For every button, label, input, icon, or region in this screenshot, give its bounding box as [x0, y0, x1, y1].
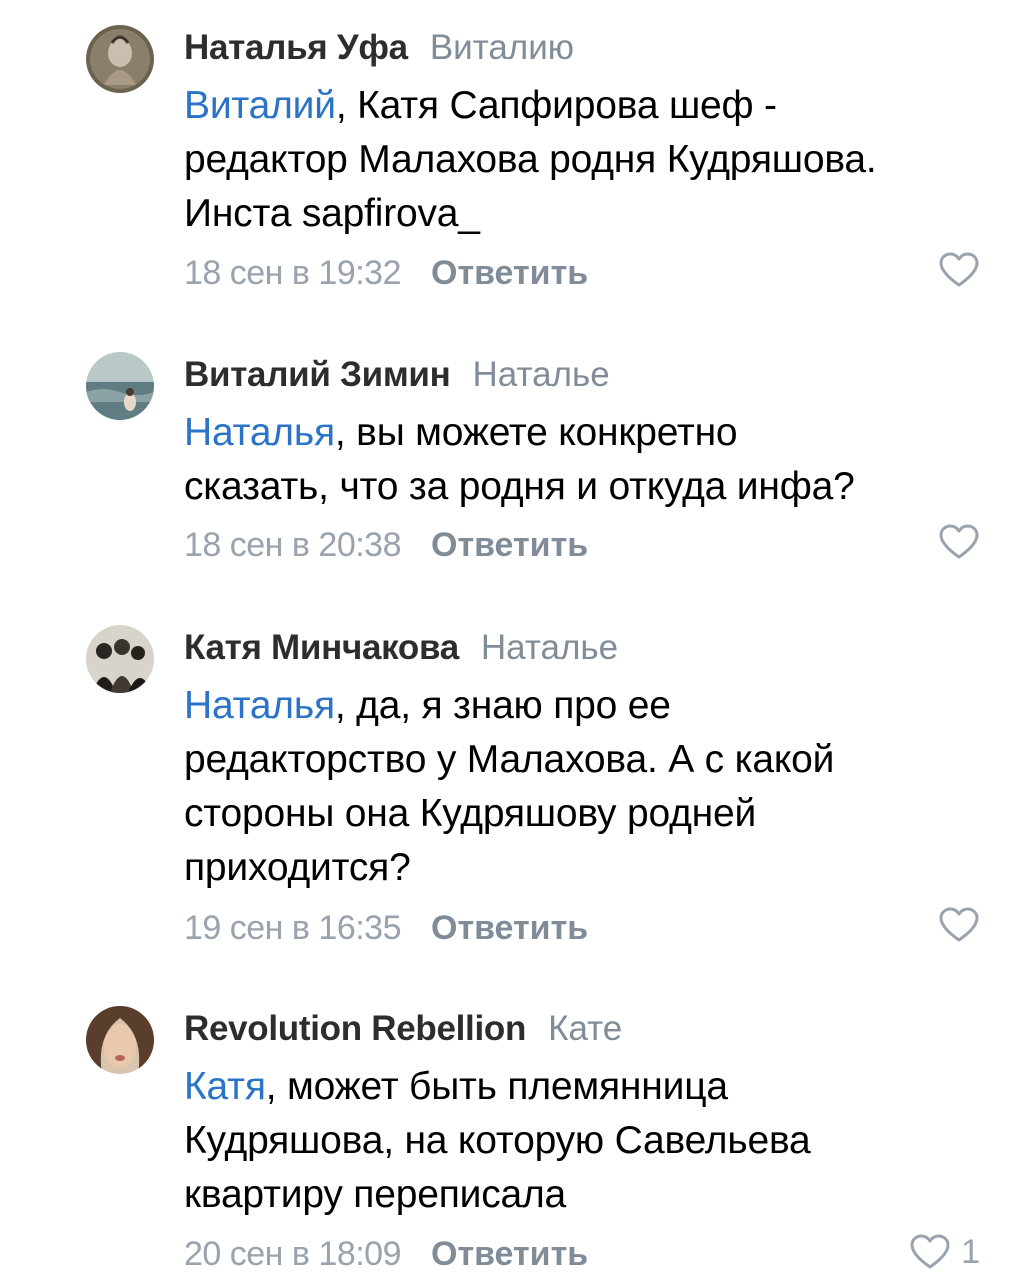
reply-button[interactable]: Ответить [431, 1235, 588, 1273]
comment-date: 19 сен в 16:35 [184, 909, 402, 947]
text-line: редактор Малахова родня Кудряшова. [184, 138, 877, 181]
comment-meta: 18 сен в 19:32 Ответить [184, 253, 588, 293]
comment-date: 18 сен в 20:38 [184, 526, 402, 564]
like-button[interactable] [938, 251, 980, 289]
heart-icon [939, 907, 979, 942]
comment-meta: 20 сен в 18:09 Ответить [184, 1234, 588, 1274]
text-line: , да, я знаю про ее [334, 684, 671, 727]
comment-text: Наталья, да, я знаю про ее редакторство … [184, 679, 984, 895]
author-name[interactable]: Наталья Уфа [184, 28, 408, 67]
reply-to-name[interactable]: Наталье [481, 628, 618, 667]
heart-icon [939, 524, 979, 559]
text-line: Инста sapfirova_ [184, 192, 480, 235]
like-button[interactable] [938, 906, 980, 944]
comment-meta: 19 сен в 16:35 Ответить [184, 908, 588, 948]
avatar[interactable] [86, 25, 154, 93]
comment-text: Катя, может быть племянница Кудряшова, н… [184, 1060, 984, 1222]
mention-link[interactable]: Наталья [184, 411, 335, 454]
reply-button[interactable]: Ответить [431, 254, 588, 292]
comment-date: 18 сен в 19:32 [184, 254, 402, 292]
reply-to-name[interactable]: Наталье [472, 355, 609, 394]
comment-header: Revolution Rebellion Кате [184, 1008, 622, 1050]
like-button[interactable]: 1 [909, 1232, 980, 1272]
mention-link[interactable]: Наталья [184, 684, 335, 727]
reply-button[interactable]: Ответить [431, 526, 588, 564]
like-count: 1 [961, 1233, 980, 1271]
comment-date: 20 сен в 18:09 [184, 1235, 402, 1273]
comment-text: Виталий, Катя Сапфирова шеф - редактор М… [184, 79, 984, 241]
comment-meta: 18 сен в 20:38 Ответить [184, 525, 588, 565]
text-line: Кудряшова, на которую Савельева [184, 1119, 811, 1162]
text-line: стороны она Кудряшову родней [184, 792, 757, 835]
comment-header: Катя Минчакова Наталье [184, 627, 618, 669]
mention-link[interactable]: Виталий [184, 84, 336, 127]
comment-text: Наталья, вы можете конкретно сказать, чт… [184, 406, 984, 514]
comment-header: Наталья Уфа Виталию [184, 27, 574, 69]
text-line: , вы можете конкретно [334, 411, 738, 454]
reply-button[interactable]: Ответить [431, 909, 588, 947]
text-line: , Катя Сапфирова шеф - [335, 84, 777, 127]
like-button[interactable] [938, 523, 980, 561]
text-line: редакторство у Малахова. А с какой [184, 738, 835, 781]
author-name[interactable]: Revolution Rebellion [184, 1009, 526, 1048]
avatar[interactable] [86, 625, 154, 693]
heart-icon [939, 252, 979, 287]
reply-to-name[interactable]: Кате [548, 1009, 622, 1048]
avatar[interactable] [86, 1006, 154, 1074]
avatar[interactable] [86, 352, 154, 420]
text-line: приходится? [184, 846, 411, 889]
comment-header: Виталий Зимин Наталье [184, 354, 610, 396]
reply-to-name[interactable]: Виталию [430, 28, 574, 67]
author-name[interactable]: Виталий Зимин [184, 355, 451, 394]
heart-icon [910, 1234, 950, 1269]
text-line: сказать, что за родня и откуда инфа? [184, 465, 855, 508]
mention-link[interactable]: Катя [184, 1065, 266, 1108]
text-line: квартиру переписала [184, 1173, 567, 1216]
text-line: , может быть племянница [265, 1065, 728, 1108]
author-name[interactable]: Катя Минчакова [184, 628, 459, 667]
